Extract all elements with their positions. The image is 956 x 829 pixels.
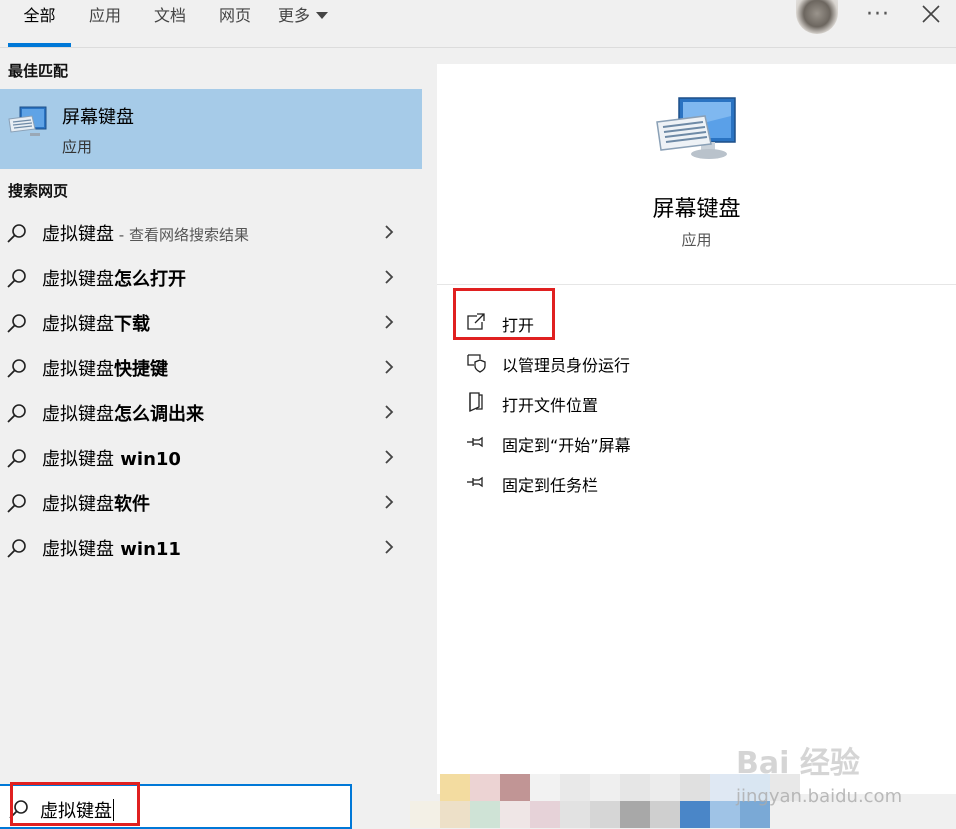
search-icon [7,359,26,378]
web-search-item-label: 虚拟键盘下载 [42,314,150,335]
highlight-box [453,288,555,340]
chevron-right-icon [385,225,394,239]
web-search-item-label: 虚拟键盘软件 [42,494,150,515]
chevron-right-icon [385,450,394,464]
search-icon [7,494,26,513]
search-icon [7,314,26,333]
web-search-item-label: 虚拟键盘怎么调出来 [42,404,204,425]
web-search-item[interactable]: 虚拟键盘软件 [0,480,422,525]
web-search-item[interactable]: 虚拟键盘怎么调出来 [0,390,422,435]
keyboard-monitor-icon [656,97,736,159]
more-icon[interactable]: ··· [866,2,890,27]
best-match-title: 屏幕键盘 [62,107,134,128]
watermark-logo: Bai 经验 [736,746,860,781]
pin-to-taskbar-label: 固定到任务栏 [502,476,599,495]
pin-to-start-label: 固定到“开始”屏幕 [502,436,631,455]
web-search-item[interactable]: 虚拟键盘下载 [0,300,422,345]
web-search-item[interactable]: 虚拟键盘快捷键 [0,345,422,390]
pin-icon [467,476,483,488]
run-as-admin-label: 以管理员身份运行 [502,356,631,375]
highlight-box [10,782,140,826]
chevron-right-icon [385,360,394,374]
avatar[interactable] [796,0,838,34]
tab-web[interactable]: 网页 [210,0,260,46]
top-tab-bar: 全部 应用 文档 网页 更多 ··· [0,0,956,48]
pin-to-taskbar-action[interactable]: 固定到任务栏 [465,467,765,497]
chevron-right-icon [385,270,394,284]
app-detail-pane: 屏幕键盘 应用 打开 以管理员身份运行 打开文件位置 固定到“开始”屏幕 固定到… [437,64,956,794]
web-search-item[interactable]: 虚拟键盘怎么打开 [0,255,422,300]
chevron-down-icon [316,12,329,19]
web-search-item-label: 虚拟键盘怎么打开 [42,269,186,290]
close-icon[interactable] [920,3,942,25]
search-icon [7,404,26,423]
web-search-item-label: 虚拟键盘 win11 [42,539,181,560]
shield-icon [467,354,486,373]
web-search-item[interactable]: 虚拟键盘 win10 [0,435,422,480]
tab-all[interactable]: 全部 [8,0,71,46]
best-match-result[interactable]: 屏幕键盘 应用 [0,89,422,169]
web-search-item-label: 虚拟键盘快捷键 [42,359,168,380]
web-search-item[interactable]: 虚拟键盘 - 查看网络搜索结果 [0,210,422,255]
chevron-right-icon [385,495,394,509]
web-search-item[interactable]: 虚拟键盘 win11 [0,525,422,570]
keyboard-monitor-icon [8,106,47,136]
divider [437,284,956,285]
best-match-subtitle: 应用 [62,138,93,156]
tab-documents[interactable]: 文档 [145,0,195,46]
open-file-location-action[interactable]: 打开文件位置 [465,387,765,417]
web-search-item-label: 虚拟键盘 - 查看网络搜索结果 [42,224,249,245]
search-icon [7,269,26,288]
best-match-heading: 最佳匹配 [8,62,69,80]
tab-more[interactable]: 更多 [278,0,342,46]
chevron-right-icon [385,315,394,329]
chevron-right-icon [385,540,394,554]
pin-to-start-action[interactable]: 固定到“开始”屏幕 [465,427,765,457]
app-subtitle: 应用 [681,231,712,249]
web-search-item-label: 虚拟键盘 win10 [42,449,181,470]
watermark-site: jingyan.baidu.com [736,786,903,807]
search-icon [7,539,26,558]
app-title: 屏幕键盘 [652,197,741,222]
pin-icon [467,436,483,448]
tab-more-label: 更多 [278,6,311,25]
chevron-right-icon [385,405,394,419]
web-search-heading: 搜索网页 [8,182,69,200]
run-as-admin-action[interactable]: 以管理员身份运行 [465,347,765,377]
open-file-location-label: 打开文件位置 [502,396,599,415]
file-location-icon [469,392,483,413]
divider [0,47,956,48]
search-icon [7,224,26,243]
tab-apps[interactable]: 应用 [80,0,130,46]
search-icon [7,449,26,468]
